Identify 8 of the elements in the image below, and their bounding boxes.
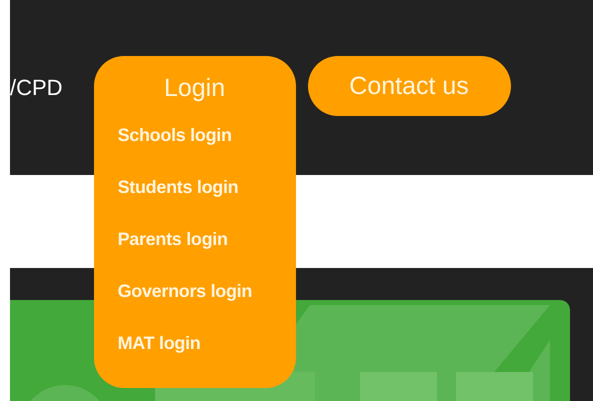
menu-item[interactable]: Students login <box>118 172 238 202</box>
menu-item[interactable]: Schools login <box>118 120 232 150</box>
login-button[interactable]: Login <box>94 56 296 120</box>
menu-item[interactable]: Governors login <box>118 276 252 306</box>
contact-button[interactable]: Contact us <box>308 56 511 116</box>
menu-item[interactable]: Parents login <box>118 224 228 254</box>
nav-link[interactable]: /CPD <box>10 56 63 120</box>
menu-item[interactable]: MAT login <box>118 328 201 358</box>
